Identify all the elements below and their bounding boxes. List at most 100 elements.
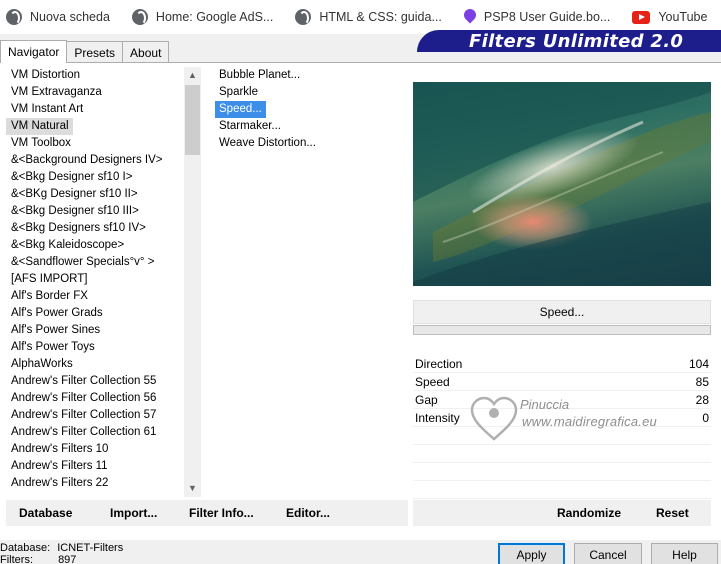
bookmark-psp8-guide[interactable]: PSP8 User Guide.bo... — [464, 0, 610, 34]
category-item-label: &<Sandflower Specials°v° > — [11, 256, 155, 268]
category-item[interactable]: Andrew's Filters 22 — [6, 475, 184, 492]
category-item[interactable]: &<Bkg Kaleidoscope> — [6, 237, 184, 254]
scroll-up-icon[interactable]: ▲ — [184, 67, 201, 84]
navigator-panel: VM Distortion VM Extravaganza VM Instant A… — [0, 62, 721, 540]
category-item-label: Andrew's Filter Collection 55 — [11, 375, 157, 387]
filter-item-label: Bubble Planet... — [219, 69, 301, 81]
category-item-label: &<Bkg Designer sf10 III> — [11, 205, 139, 217]
current-filter-label: Speed... — [413, 300, 711, 324]
bookmark-label: Home: Google AdS... — [155, 10, 274, 24]
category-item-label: &<Bkg Designer sf10 I> — [11, 171, 133, 183]
title-banner: Filters Unlimited 2.0 — [417, 30, 721, 52]
param-name: Gap — [415, 393, 438, 407]
category-item-label: Andrew's Filters 11 — [11, 460, 108, 472]
param-name: Speed — [415, 375, 450, 389]
scroll-down-icon[interactable]: ▼ — [184, 480, 201, 497]
category-item-label: Andrew's Filters 10 — [11, 443, 109, 455]
watermark: Pinuccia www.maidiregrafica.eu — [468, 385, 698, 455]
category-item-label: &<BKg Designer sf10 II> — [11, 188, 138, 200]
category-item-label: Andrew's Filter Collection 56 — [11, 392, 157, 404]
category-item[interactable]: [AFS IMPORT] — [6, 271, 184, 288]
param-empty-row — [413, 481, 711, 499]
category-item[interactable]: Andrew's Filter Collection 61 — [6, 424, 184, 441]
category-item-label: &<Background Designers IV> — [11, 154, 163, 166]
bookmark-label: YouTube — [658, 10, 708, 24]
cancel-button[interactable]: Cancel — [574, 543, 642, 564]
filter-item[interactable]: Weave Distortion... — [215, 135, 395, 152]
import-button[interactable]: Import... — [110, 500, 157, 526]
tab-navigator[interactable]: Navigator — [0, 40, 68, 63]
bookmark-label: Nuova scheda — [30, 10, 110, 24]
tab-presets[interactable]: Presets — [66, 41, 124, 63]
right-button-bar: Randomize Reset — [413, 500, 711, 526]
category-item[interactable]: Alf's Power Toys — [6, 339, 184, 356]
category-item[interactable]: VM Toolbox — [6, 135, 184, 152]
category-item[interactable]: Andrew's Filters 11 — [6, 458, 184, 475]
category-item[interactable]: Andrew's Filter Collection 57 — [6, 407, 184, 424]
param-name: Intensity — [415, 411, 460, 425]
bookmark-nuova-scheda[interactable]: Nuova scheda — [6, 0, 110, 34]
param-empty-row — [413, 463, 711, 481]
param-value: 104 — [688, 357, 709, 371]
filters-count-label: Filters: — [0, 554, 33, 564]
filter-item[interactable]: Speed... — [215, 101, 395, 118]
category-item[interactable]: AlphaWorks — [6, 356, 184, 373]
preview-artwork — [413, 82, 711, 286]
category-item-label: Alf's Power Sines — [11, 324, 101, 336]
bookmark-youtube[interactable]: YouTube — [632, 0, 707, 34]
category-item[interactable]: VM Extravaganza — [6, 84, 184, 101]
category-item[interactable]: VM Distortion — [6, 67, 184, 84]
database-value: ICNET-Filters — [57, 542, 124, 554]
apply-button[interactable]: Apply — [498, 543, 565, 564]
database-button[interactable]: Database — [19, 500, 72, 526]
filter-item[interactable]: Bubble Planet... — [215, 67, 395, 84]
category-item[interactable]: Andrew's Filter Collection 56 — [6, 390, 184, 407]
category-item[interactable]: &<Sandflower Specials°v° > — [6, 254, 184, 271]
category-item[interactable]: &<BKg Designer sf10 II> — [6, 186, 184, 203]
bookmark-label: HTML & CSS: guida... — [319, 10, 442, 24]
category-scrollbar[interactable]: ▲ ▼ — [184, 67, 201, 497]
category-item[interactable]: &<Bkg Designer sf10 I> — [6, 169, 184, 186]
randomize-button[interactable]: Randomize — [557, 500, 621, 526]
category-item[interactable]: &<Bkg Designers sf10 IV> — [6, 220, 184, 237]
filter-item-label: Weave Distortion... — [219, 137, 316, 149]
scroll-thumb[interactable] — [185, 85, 200, 155]
category-item-label: Andrew's Filter Collection 57 — [11, 409, 157, 421]
filter-list[interactable]: Bubble Planet... Sparkle Speed... Starmaker… — [215, 67, 395, 497]
param-value: 0 — [702, 411, 709, 425]
param-direction[interactable]: Direction 104 — [413, 355, 711, 373]
globe-icon — [6, 9, 22, 25]
globe-icon — [131, 9, 148, 25]
map-pin-icon — [464, 9, 476, 25]
category-item[interactable]: Andrew's Filters 10 — [6, 441, 184, 458]
bookmarks-bar: Nuova scheda Home: Google AdS... HTML & … — [0, 0, 721, 34]
bookmark-html-css[interactable]: HTML & CSS: guida... — [295, 0, 442, 34]
reset-button[interactable]: Reset — [656, 500, 689, 526]
category-item-label: Alf's Border FX — [11, 290, 88, 302]
category-item[interactable]: &<Bkg Designer sf10 III> — [6, 203, 184, 220]
category-item-label: Andrew's Filters 22 — [11, 477, 109, 489]
category-list[interactable]: VM Distortion VM Extravaganza VM Instant A… — [6, 67, 184, 497]
category-item[interactable]: Alf's Power Sines — [6, 322, 184, 339]
filter-item[interactable]: Sparkle — [215, 84, 395, 101]
category-item[interactable]: Alf's Power Grads — [6, 305, 184, 322]
category-item[interactable]: Andrew's Filter Collection 55 — [6, 373, 184, 390]
category-item-label: [AFS IMPORT] — [11, 273, 88, 285]
bookmark-google-ads[interactable]: Home: Google AdS... — [131, 0, 274, 34]
filter-item[interactable]: Starmaker... — [215, 118, 395, 135]
category-item[interactable]: VM Natural — [6, 118, 184, 135]
editor-button[interactable]: Editor... — [286, 500, 330, 526]
category-item-label: VM Instant Art — [11, 103, 84, 115]
category-item[interactable]: &<Background Designers IV> — [6, 152, 184, 169]
help-button[interactable]: Help — [651, 543, 718, 564]
filter-item-label: Sparkle — [219, 86, 258, 98]
filter-info-button[interactable]: Filter Info... — [189, 500, 254, 526]
filter-item-label: Speed... — [215, 101, 266, 118]
category-item[interactable]: VM Instant Art — [6, 101, 184, 118]
tab-about[interactable]: About — [122, 41, 170, 63]
category-item[interactable]: Alf's Border FX — [6, 288, 184, 305]
database-label: Database: — [0, 542, 51, 554]
bookmark-label: PSP8 User Guide.bo... — [483, 10, 611, 24]
category-item-label: VM Toolbox — [11, 137, 71, 149]
left-button-bar: Database Import... Filter Info... Editor… — [6, 500, 408, 526]
